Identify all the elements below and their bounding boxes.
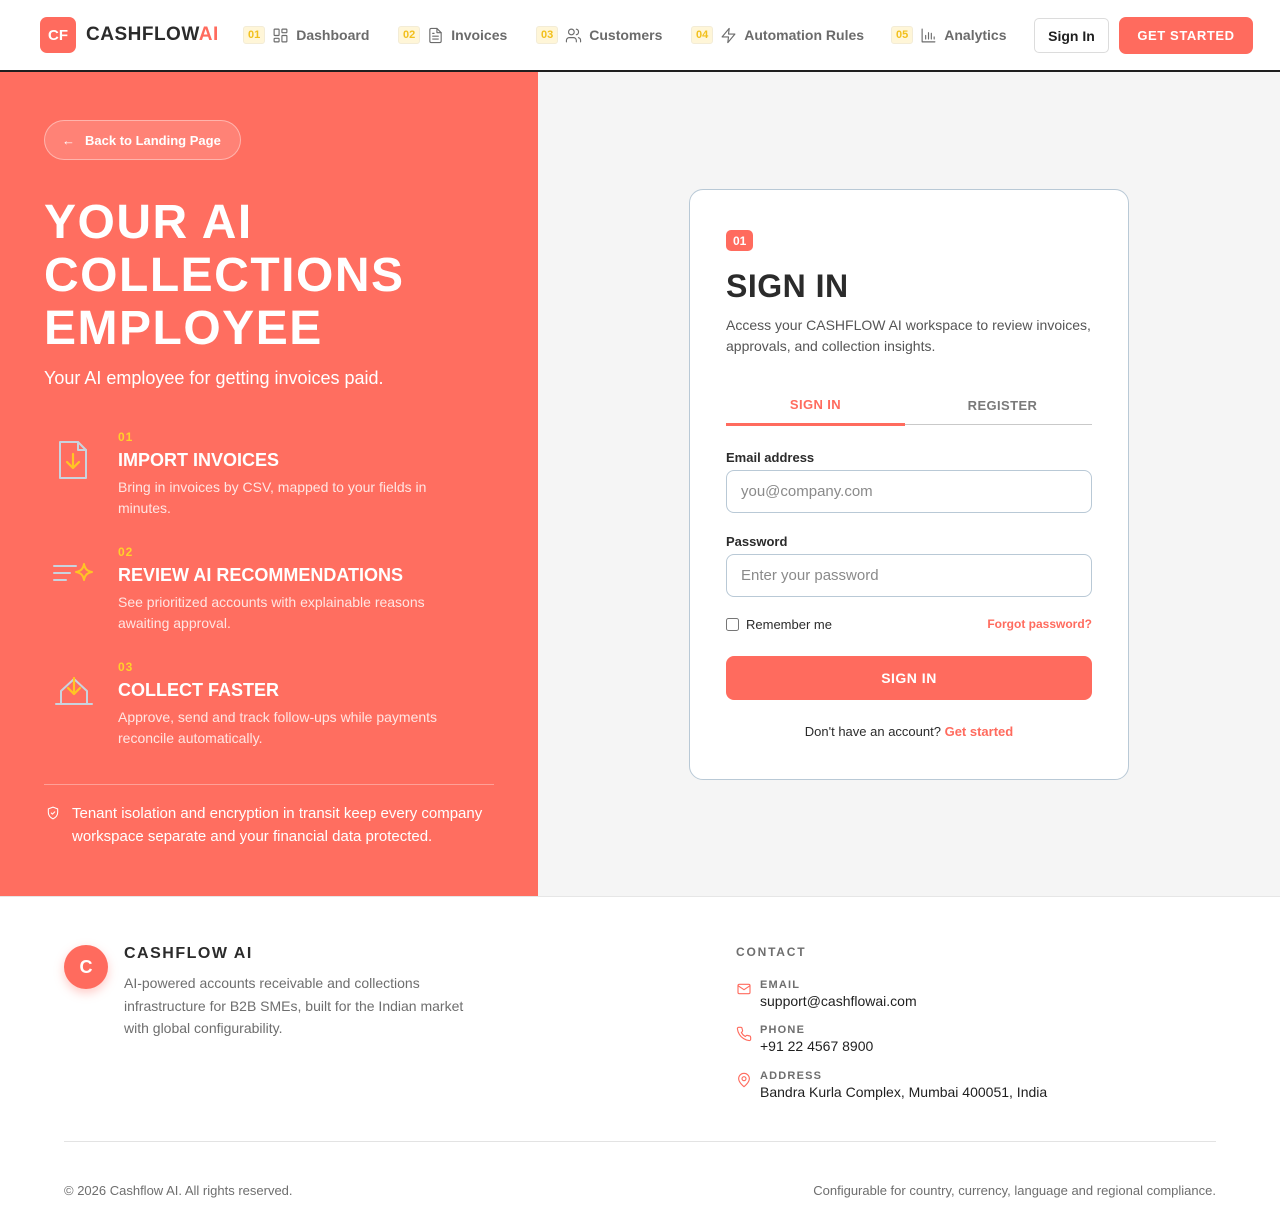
map-pin-icon (738, 1072, 750, 1088)
auth-tabs: SIGN IN REGISTER (726, 386, 1092, 426)
password-field[interactable] (726, 554, 1092, 597)
contact-label: ADDRESS (760, 1070, 823, 1082)
contact-label: EMAIL (760, 979, 801, 991)
nav-dashboard[interactable]: 01 Dashboard (243, 24, 369, 46)
feature-description: Bring in invoices by CSV, mapped to your… (118, 479, 427, 516)
brand-main: CASHFLOW (86, 24, 199, 45)
card-title: SIGN IN (726, 268, 849, 304)
bar-chart-icon (921, 28, 936, 42)
top-navbar: CF CASHFLOWAI 01 Dashboard 02 Invoices 0… (0, 0, 1280, 72)
brand-accent: AI (198, 24, 219, 45)
nav-label: Customers (589, 27, 663, 43)
footer: C CASHFLOW AI AI-powered accounts receiv… (0, 896, 1280, 1229)
phone-icon (736, 1026, 752, 1042)
hero-panel: ← Back to Landing Page YOUR AI COLLECTIO… (0, 72, 538, 896)
back-to-landing-button[interactable]: ← Back to Landing Page (44, 120, 241, 160)
nav-analytics[interactable]: 05 Analytics (891, 24, 1007, 46)
nav-label: Automation Rules (744, 27, 865, 43)
arrow-left-icon: ← (62, 132, 75, 148)
security-text: Tenant isolation and encryption in trans… (72, 805, 483, 845)
nav-automation-rules[interactable]: 04 Automation Rules (691, 24, 864, 46)
email-label: Email address (726, 450, 815, 465)
contact-value: Bandra Kurla Complex, Mumbai 400051, Ind… (760, 1084, 1048, 1100)
feature-collect-faster: 03 COLLECT FASTER Approve, send and trac… (44, 660, 494, 755)
hero-divider (44, 784, 494, 785)
feature-number: 03 (118, 660, 134, 674)
feature-description: See prioritized accounts with explainabl… (118, 594, 425, 631)
contact-phone: PHONE +91 22 4567 8900 (736, 1024, 1216, 1058)
hero-subtitle: Your AI employee for getting invoices pa… (44, 368, 384, 388)
nav-label: Invoices (451, 27, 508, 43)
sign-in-card: 01 SIGN IN Access your CASHFLOW AI works… (689, 189, 1129, 780)
feature-review-ai: 02 REVIEW AI RECOMMENDATIONS See priorit… (44, 545, 494, 640)
brand-name[interactable]: CASHFLOWAI (86, 24, 219, 46)
footer-logo-avatar: C (64, 945, 108, 989)
sparkle-list-icon (53, 563, 93, 581)
no-account-prompt: Don't have an account? Get started (726, 724, 1092, 739)
contact-value[interactable]: support@cashflowai.com (760, 993, 917, 1009)
nav-number: 03 (536, 26, 559, 44)
get-started-link[interactable]: Get started (945, 724, 1014, 739)
step-badge: 01 (726, 230, 754, 251)
header-get-started-button[interactable]: GET STARTED (1119, 17, 1253, 54)
nav-number: 04 (691, 26, 714, 44)
footer-brand: CASHFLOW AI (124, 945, 253, 962)
email-field[interactable] (726, 470, 1092, 513)
tab-register[interactable]: REGISTER (913, 386, 1092, 425)
nav-label: Dashboard (296, 27, 370, 43)
shield-check-icon (47, 806, 59, 820)
feature-number: 01 (118, 430, 134, 444)
nav-label: Analytics (944, 27, 1007, 43)
mail-icon (737, 983, 751, 995)
copyright-text: © 2026 Cashflow AI. All rights reserved. (64, 1183, 293, 1198)
sign-in-submit-button[interactable]: SIGN IN (726, 656, 1092, 700)
remember-me[interactable]: Remember me (726, 617, 832, 632)
nav-customers[interactable]: 03 Customers (536, 24, 662, 46)
footer-divider (64, 1141, 1216, 1142)
users-icon (566, 28, 582, 42)
feature-title: COLLECT FASTER (118, 680, 279, 700)
file-icon (429, 27, 442, 43)
feature-import-invoices: 01 IMPORT INVOICES Bring in invoices by … (44, 430, 494, 525)
back-label: Back to Landing Page (85, 132, 221, 148)
contact-heading: CONTACT (736, 945, 807, 959)
contact-value[interactable]: +91 22 4567 8900 (760, 1038, 873, 1054)
feature-title: IMPORT INVOICES (118, 450, 280, 470)
no-account-text: Don't have an account? (804, 724, 941, 739)
nav-invoices[interactable]: 02 Invoices (398, 24, 507, 46)
remember-me-label: Remember me (746, 617, 832, 632)
logo-badge[interactable]: CF (40, 17, 76, 53)
feature-number: 02 (118, 545, 134, 559)
password-label: Password (726, 534, 788, 549)
remember-me-checkbox[interactable] (726, 618, 739, 631)
dashboard-icon (273, 28, 288, 42)
contact-email: EMAIL support@cashflowai.com (736, 979, 1216, 1013)
tab-sign-in[interactable]: SIGN IN (726, 386, 905, 426)
bolt-icon (721, 27, 736, 43)
forgot-password-link[interactable]: Forgot password? (987, 617, 1092, 631)
contact-address: ADDRESS Bandra Kurla Complex, Mumbai 400… (736, 1070, 1216, 1104)
nav-number: 02 (398, 26, 421, 44)
file-import-icon (59, 441, 87, 479)
feature-description: Approve, send and track follow-ups while… (118, 709, 438, 746)
nav-number: 01 (243, 26, 266, 44)
nav-number: 05 (891, 26, 914, 44)
feature-title: REVIEW AI RECOMMENDATIONS (118, 565, 404, 585)
header-sign-in-button[interactable]: Sign In (1034, 18, 1109, 53)
contact-label: PHONE (760, 1024, 806, 1036)
hero-title: YOUR AI COLLECTIONS EMPLOYEE (44, 196, 405, 355)
compliance-text: Configurable for country, currency, lang… (813, 1183, 1216, 1198)
inbox-download-icon (55, 676, 93, 705)
card-description: Access your CASHFLOW AI workspace to rev… (726, 317, 1091, 354)
footer-description: AI-powered accounts receivable and colle… (124, 975, 464, 1036)
